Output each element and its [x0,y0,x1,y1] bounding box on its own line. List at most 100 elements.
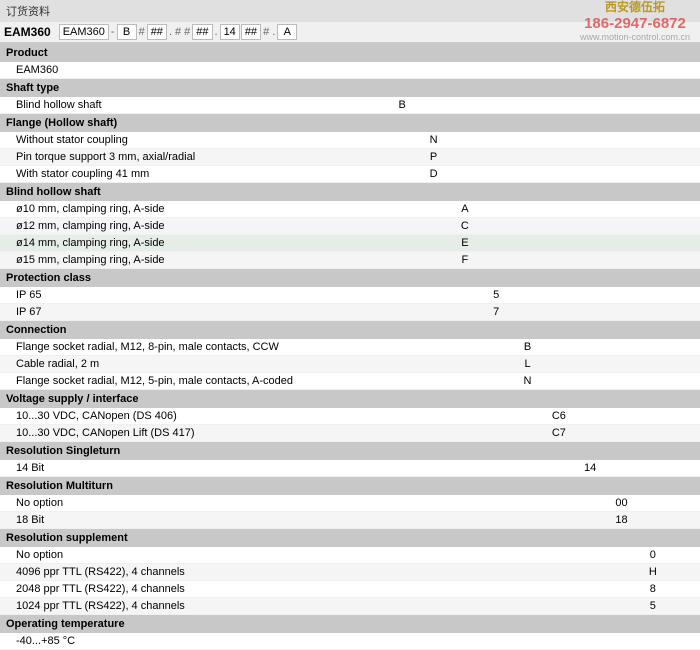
row-code-col-6 [512,218,543,235]
row-code-col-3 [418,425,449,442]
row-label: 10...30 VDC, CANopen (DS 406) [0,408,355,425]
row-code-col-4 [449,149,480,166]
row-code-col-10 [637,201,668,218]
row-code-col-9: 00 [606,495,637,512]
row-code-col-2 [387,201,418,218]
row-code-col-1 [355,633,386,650]
row-code-col-1 [355,339,386,356]
row-code-col-5 [481,633,512,650]
table-row: Pin torque support 3 mm, axial/radial P [0,149,700,166]
row-code-col-3: P [418,149,449,166]
row-code-col-8 [575,408,606,425]
row-code-col-5 [481,235,512,252]
row-code-col-2 [387,564,418,581]
table-row: ø15 mm, clamping ring, A-sideF [0,252,700,269]
row-code-col-5 [481,373,512,390]
row-code-col-9 [606,62,637,79]
row-code-col-4 [449,425,480,442]
row-code-col-3 [418,62,449,79]
row-label: 1024 ppr TTL (RS422), 4 channels [0,598,355,615]
row-code-col-11 [669,633,700,650]
section-header-label: Protection class [0,269,700,288]
row-code-col-11 [669,149,700,166]
row-code-col-9 [606,287,637,304]
row-code-col-1 [355,598,386,615]
row-code-col-1 [355,97,386,114]
row-code-col-9 [606,339,637,356]
row-code-col-6 [512,547,543,564]
row-code-col-10 [637,235,668,252]
row-code-col-6 [512,235,543,252]
row-code-col-3 [418,252,449,269]
row-code-col-1 [355,373,386,390]
table-row: EAM360 [0,62,700,79]
row-code-col-6 [512,252,543,269]
row-code-col-3: D [418,166,449,183]
row-code-col-7 [543,598,574,615]
ordering-table: ProductEAM360Shaft typeBlind hollow shaf… [0,44,700,650]
row-code-col-5 [481,149,512,166]
table-row: 10...30 VDC, CANopen Lift (DS 417)C7 [0,425,700,442]
table-row: Blind hollow shaftB [0,97,700,114]
row-label: Pin torque support 3 mm, axial/radial [0,149,355,166]
row-code-col-5 [481,547,512,564]
row-code-col-1 [355,62,386,79]
row-code-col-7 [543,287,574,304]
row-code-col-1 [355,166,386,183]
row-code-col-10 [637,408,668,425]
row-code-col-6 [512,460,543,477]
row-code-col-8 [575,166,606,183]
row-label: No option [0,495,355,512]
row-code-col-7 [543,149,574,166]
row-code-col-1 [355,512,386,529]
row-code-col-6 [512,166,543,183]
header-bar: EAM360 EAM360 - B # ## . # # ## . 14 ## … [0,22,700,44]
row-code-col-2 [387,512,418,529]
row-code-col-2 [387,287,418,304]
table-row: With stator coupling 41 mmD [0,166,700,183]
section-header: Shaft type [0,79,700,98]
page-title: 订货资料 [0,0,700,22]
row-code-col-11 [669,132,700,149]
row-code-col-7 [543,235,574,252]
row-code-col-9: 18 [606,512,637,529]
table-row: 14 Bit14 [0,460,700,477]
row-code-col-7 [543,460,574,477]
row-code-col-8 [575,218,606,235]
row-code-col-5: 7 [481,304,512,321]
row-code-col-7 [543,218,574,235]
row-code-col-11 [669,356,700,373]
row-code-col-10 [637,633,668,650]
row-code-col-9 [606,564,637,581]
table-row: 2048 ppr TTL (RS422), 4 channels8 [0,581,700,598]
row-code-col-6 [512,564,543,581]
row-code-col-7 [543,512,574,529]
row-code-col-10 [637,132,668,149]
row-code-col-1 [355,581,386,598]
row-code-col-1 [355,547,386,564]
row-code-col-11 [669,512,700,529]
section-header-label: Resolution Singleturn [0,442,700,461]
row-code-col-7 [543,495,574,512]
row-code-col-9 [606,201,637,218]
row-code-col-2 [387,339,418,356]
row-code-col-9 [606,252,637,269]
section-header: Operating temperature [0,615,700,634]
row-code-col-9 [606,149,637,166]
row-code-col-3 [418,339,449,356]
row-code-col-5 [481,408,512,425]
row-code-col-3 [418,304,449,321]
section-header: Resolution supplement [0,529,700,548]
row-code-col-5 [481,581,512,598]
table-row: No option0 [0,547,700,564]
row-code-col-1 [355,132,386,149]
row-code-col-10: 8 [637,581,668,598]
row-code-col-3 [418,218,449,235]
row-code-col-7 [543,132,574,149]
row-code-col-3: N [418,132,449,149]
row-code-col-3 [418,633,449,650]
row-code-col-4 [449,132,480,149]
row-code-col-6 [512,149,543,166]
row-code-col-8 [575,356,606,373]
row-code-col-2 [387,252,418,269]
